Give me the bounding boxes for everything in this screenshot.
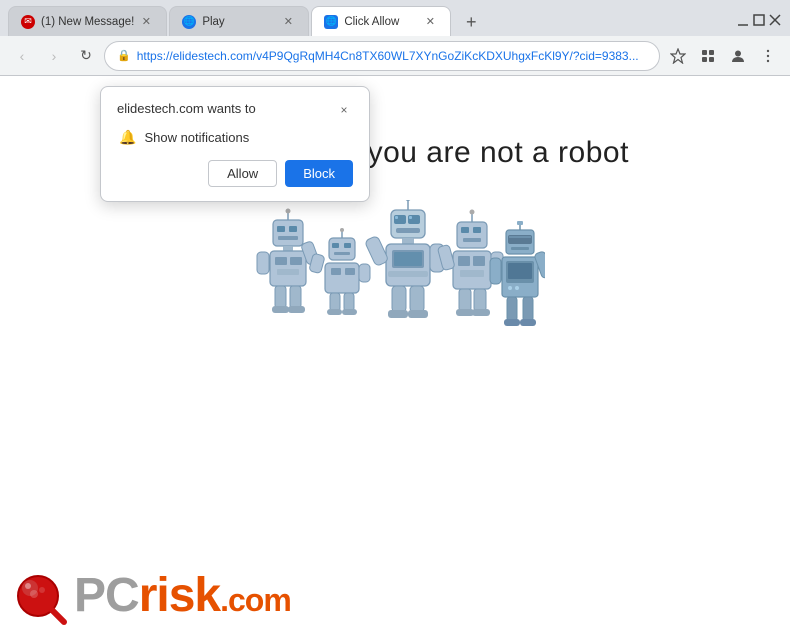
tab-new-message[interactable]: ✉ (1) New Message! ✕ — [8, 6, 167, 36]
tab1-title: (1) New Message! — [41, 16, 134, 28]
window-controls — [736, 13, 782, 27]
forward-button[interactable]: › — [40, 42, 68, 70]
popup-permission: 🔔 Show notifications — [117, 129, 353, 146]
kebab-menu-icon — [760, 48, 776, 64]
extension-button[interactable] — [694, 42, 722, 70]
notification-popup: elidestech.com wants to × 🔔 Show notific… — [100, 86, 370, 202]
permission-text: Show notifications — [144, 130, 249, 145]
pcrisk-logo: PCrisk.com — [10, 564, 291, 628]
back-button[interactable]: ‹ — [8, 42, 36, 70]
address-bar[interactable]: 🔒 https://elidestech.com/v4P9QgRqMH4Cn8T… — [104, 41, 660, 71]
pcrisk-logo-icon — [10, 564, 74, 628]
pcrisk-tld: .com — [220, 582, 291, 618]
tab-click-allow[interactable]: 🌐 Click Allow ✕ — [311, 6, 451, 36]
tab3-favicon: 🌐 — [324, 15, 338, 29]
profile-button[interactable] — [724, 42, 752, 70]
popup-title: elidestech.com wants to — [117, 101, 256, 116]
profile-icon — [730, 48, 746, 64]
bookmark-star-button[interactable] — [664, 42, 692, 70]
refresh-button[interactable]: ↻ — [72, 42, 100, 70]
robots-illustration — [245, 200, 545, 330]
tab1-close[interactable]: ✕ — [138, 14, 154, 30]
close-icon[interactable] — [768, 13, 782, 27]
minimize-icon — [736, 13, 750, 27]
block-button[interactable]: Block — [285, 160, 353, 187]
star-icon — [670, 48, 686, 64]
popup-buttons: Allow Block — [117, 160, 353, 187]
page-content: elidestech.com wants to × 🔔 Show notific… — [0, 76, 790, 638]
robots-svg — [245, 200, 545, 330]
tab3-close[interactable]: ✕ — [422, 14, 438, 30]
pcrisk-orange-text: risk — [139, 569, 220, 622]
tab-play[interactable]: 🌐 Play ✕ — [169, 6, 309, 36]
menu-button[interactable] — [754, 42, 782, 70]
bell-icon: 🔔 — [119, 129, 136, 146]
popup-close-button[interactable]: × — [335, 101, 353, 119]
pcrisk-brand-text: PCrisk.com — [74, 572, 291, 620]
tab2-favicon: 🌐 — [182, 15, 196, 29]
new-tab-button[interactable]: + — [457, 8, 485, 36]
allow-button[interactable]: Allow — [208, 160, 277, 187]
tabs-area: ✉ (1) New Message! ✕ 🌐 Play ✕ 🌐 Click Al… — [8, 4, 728, 36]
toolbar-actions — [664, 42, 782, 70]
toolbar: ‹ › ↻ 🔒 https://elidestech.com/v4P9QgRqM… — [0, 36, 790, 76]
maximize-icon — [752, 13, 766, 27]
url-text: https://elidestech.com/v4P9QgRqMH4Cn8TX6… — [137, 49, 647, 63]
extension-icon — [700, 48, 716, 64]
tab3-title: Click Allow — [344, 16, 418, 28]
tab2-close[interactable]: ✕ — [280, 14, 296, 30]
pcrisk-gray-text: PC — [74, 569, 139, 622]
tab1-favicon: ✉ — [21, 15, 35, 29]
popup-header: elidestech.com wants to × — [117, 101, 353, 119]
lock-icon: 🔒 — [117, 49, 131, 62]
browser-window: ✉ (1) New Message! ✕ 🌐 Play ✕ 🌐 Click Al… — [0, 0, 790, 76]
title-bar: ✉ (1) New Message! ✕ 🌐 Play ✕ 🌐 Click Al… — [0, 0, 790, 36]
tab2-title: Play — [202, 16, 276, 28]
